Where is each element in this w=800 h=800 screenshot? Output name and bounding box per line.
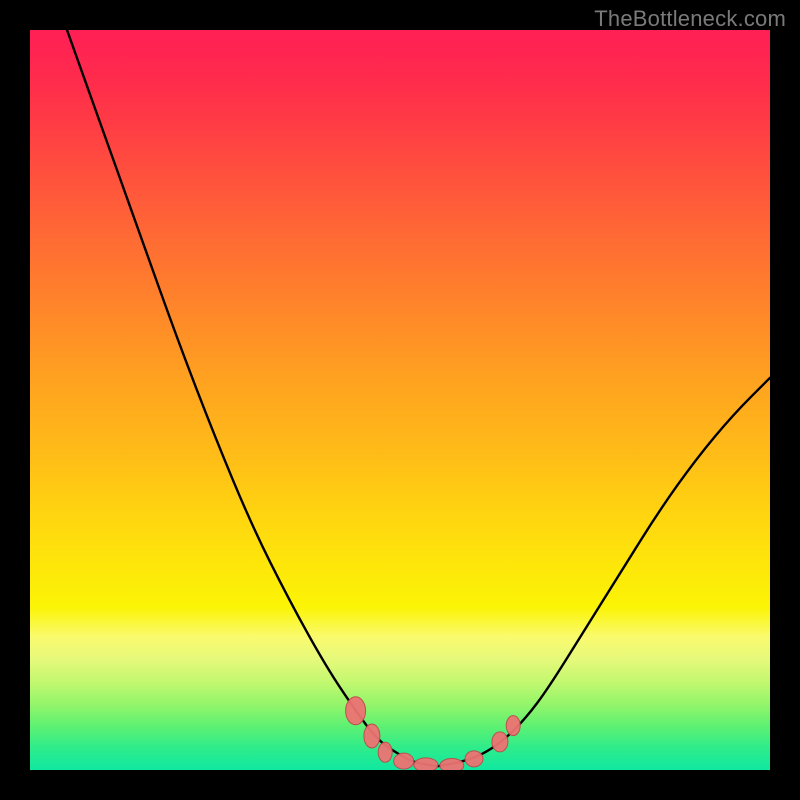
marker-point bbox=[506, 716, 520, 736]
marker-point bbox=[465, 751, 483, 767]
marker-point bbox=[346, 697, 366, 725]
plot-svg bbox=[30, 30, 770, 770]
highlight-markers bbox=[346, 697, 521, 770]
curve-right-branch bbox=[437, 378, 770, 767]
watermark-text: TheBottleneck.com bbox=[594, 6, 786, 32]
chart-frame: TheBottleneck.com bbox=[0, 0, 800, 800]
marker-point bbox=[492, 732, 508, 752]
marker-point bbox=[394, 753, 414, 769]
curve-lines bbox=[67, 30, 770, 766]
marker-point bbox=[440, 759, 464, 770]
curve-left-branch bbox=[67, 30, 437, 766]
plot-area bbox=[30, 30, 770, 770]
marker-point bbox=[378, 742, 392, 762]
marker-point bbox=[364, 724, 380, 748]
marker-point bbox=[414, 758, 438, 770]
